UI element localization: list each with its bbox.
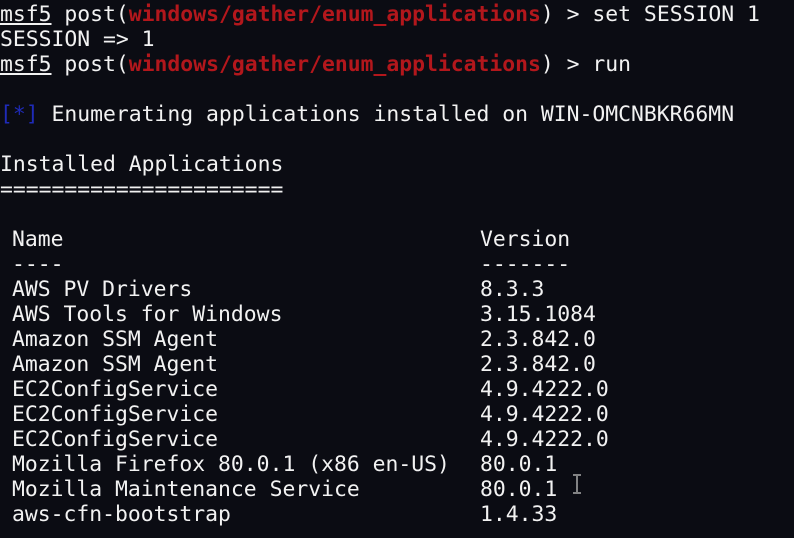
- post-prefix: post(: [51, 52, 129, 77]
- table-row: Mozilla Maintenance Service 80.0.1: [0, 477, 794, 502]
- terminal-window[interactable]: msf5 post(windows/gather/enum_applicatio…: [0, 0, 794, 538]
- app-version: 8.3.3: [480, 277, 545, 302]
- command-line-set-session: msf5 post(windows/gather/enum_applicatio…: [0, 2, 760, 27]
- app-name: EC2ConfigService: [12, 402, 219, 427]
- table-row: aws-cfn-bootstrap 1.4.33: [0, 502, 794, 527]
- table-row: AWS Tools for Windows 3.15.1084: [0, 302, 794, 327]
- table-row: EC2ConfigService 4.9.4222.0: [0, 427, 794, 452]
- name-rule: ----: [12, 252, 64, 277]
- msf-prompt: msf5: [0, 52, 52, 77]
- module-path: windows/gather/enum_applications: [128, 2, 541, 27]
- column-header-name: Name: [12, 227, 64, 252]
- module-path: windows/gather/enum_applications: [128, 52, 541, 77]
- app-name: Mozilla Firefox 80.0.1 (x86 en-US): [12, 452, 450, 477]
- status-marker: [*]: [0, 102, 39, 127]
- app-name: Amazon SSM Agent: [12, 327, 219, 352]
- ibeam-cursor-icon: [573, 474, 581, 494]
- table-row: AWS PV Drivers 8.3.3: [0, 277, 794, 302]
- command-text: run: [592, 52, 632, 77]
- post-prefix: post(: [51, 2, 129, 27]
- app-version: 80.0.1: [480, 477, 558, 502]
- session-output: SESSION => 1: [0, 27, 155, 52]
- command-line-run: msf5 post(windows/gather/enum_applicatio…: [0, 52, 631, 77]
- app-version: 3.15.1084: [480, 302, 596, 327]
- status-text: Enumerating applications installed on WI…: [38, 102, 735, 127]
- msf-prompt: msf5: [0, 2, 52, 27]
- app-version: 2.3.842.0: [480, 352, 596, 377]
- post-suffix: ) >: [540, 2, 593, 27]
- app-version: 4.9.4222.0: [480, 427, 609, 452]
- table-row: Mozilla Firefox 80.0.1 (x86 en-US) 80.0.…: [0, 452, 794, 477]
- section-title: Installed Applications: [0, 152, 284, 177]
- app-name: aws-cfn-bootstrap: [12, 502, 231, 527]
- app-name: AWS PV Drivers: [12, 277, 193, 302]
- status-line: [*] Enumerating applications installed o…: [0, 102, 734, 127]
- app-version: 2.3.842.0: [480, 327, 596, 352]
- column-header-version: Version: [480, 227, 571, 252]
- app-version: 4.9.4222.0: [480, 377, 609, 402]
- table-header-rule: ---- -------: [0, 252, 794, 277]
- section-underline: ======================: [0, 177, 284, 202]
- version-rule: -------: [480, 252, 571, 277]
- post-suffix: ) >: [540, 52, 593, 77]
- table-row: Amazon SSM Agent 2.3.842.0: [0, 327, 794, 352]
- command-text: set SESSION 1: [592, 2, 760, 27]
- app-version: 4.9.4222.0: [480, 402, 609, 427]
- table-row: Amazon SSM Agent 2.3.842.0: [0, 352, 794, 377]
- app-name: Amazon SSM Agent: [12, 352, 219, 377]
- app-name: Mozilla Maintenance Service: [12, 477, 360, 502]
- table-row: EC2ConfigService 4.9.4222.0: [0, 402, 794, 427]
- app-version: 1.4.33: [480, 502, 558, 527]
- app-name: EC2ConfigService: [12, 427, 219, 452]
- table-row: EC2ConfigService 4.9.4222.0: [0, 377, 794, 402]
- app-name: EC2ConfigService: [12, 377, 219, 402]
- table-header: Name Version: [0, 227, 794, 252]
- app-version: 80.0.1: [480, 452, 558, 477]
- app-name: AWS Tools for Windows: [12, 302, 283, 327]
